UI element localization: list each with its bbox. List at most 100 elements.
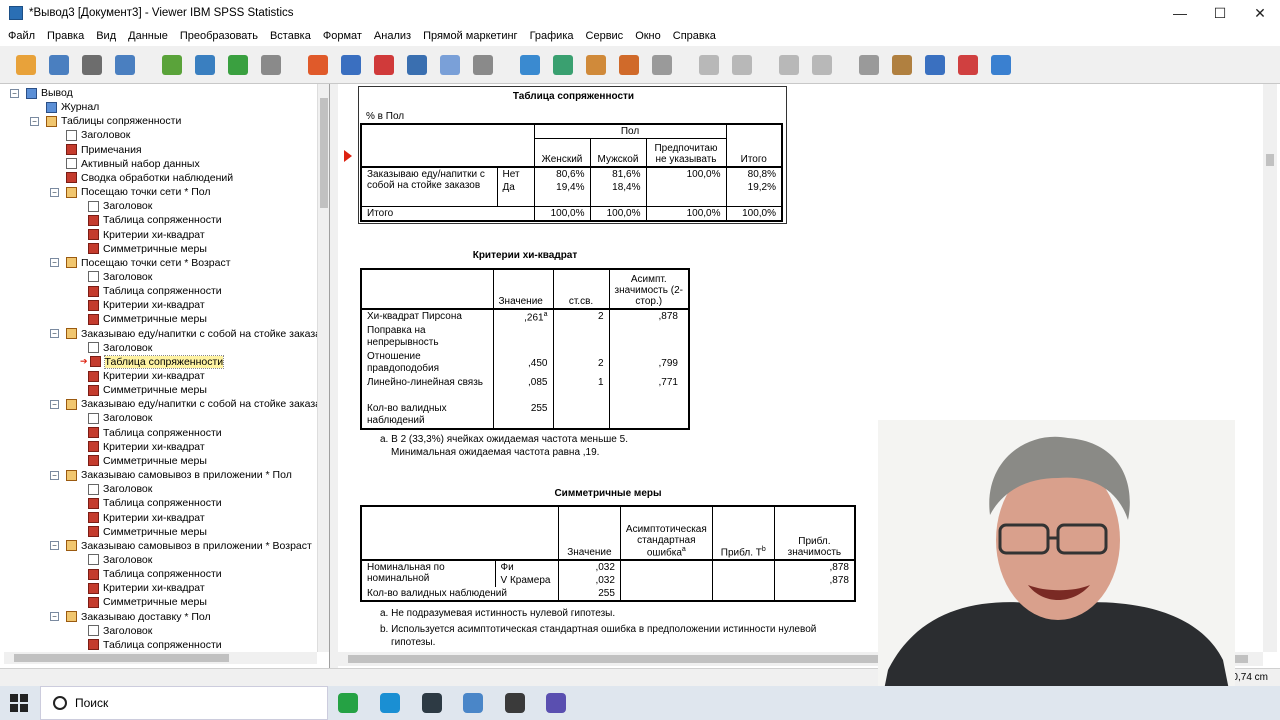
variables-icon[interactable] xyxy=(403,51,431,79)
tree-item[interactable]: Заголовок xyxy=(88,553,152,567)
insert-title-icon[interactable] xyxy=(954,51,982,79)
value-labels-icon[interactable] xyxy=(549,51,577,79)
scroll-thumb[interactable] xyxy=(320,98,328,208)
tree-item[interactable]: Таблица сопряженности xyxy=(88,567,222,581)
scroll-thumb[interactable] xyxy=(14,654,229,662)
tree-item[interactable]: Таблица сопряженности xyxy=(88,638,222,652)
recall-dialog-icon[interactable] xyxy=(191,51,219,79)
collapse-toggle-icon[interactable]: − xyxy=(50,541,59,551)
tree-item[interactable]: ➔ Таблица сопряженности xyxy=(80,354,225,369)
symm-table[interactable]: Значение Асимптотическая стандартная оши… xyxy=(359,505,856,602)
menu-item[interactable]: Файл xyxy=(2,30,41,42)
split-file-icon[interactable] xyxy=(469,51,497,79)
select-cases-icon[interactable] xyxy=(516,51,544,79)
goto-variable-icon[interactable] xyxy=(370,51,398,79)
export-icon[interactable] xyxy=(158,51,186,79)
collapse-toggle-icon[interactable]: − xyxy=(30,116,39,126)
minimize-button[interactable]: — xyxy=(1160,0,1200,26)
tree-item[interactable]: Симметричные меры xyxy=(88,454,207,468)
tree-item[interactable]: Заголовок xyxy=(88,341,152,355)
collapse-toggle-icon[interactable]: − xyxy=(50,258,59,268)
tree-item[interactable]: Заголовок xyxy=(66,128,130,142)
tree-item[interactable]: Заголовок xyxy=(88,199,152,213)
back-icon[interactable] xyxy=(695,51,723,79)
collapse-toggle-icon[interactable]: − xyxy=(50,187,59,197)
designate-window-icon[interactable] xyxy=(648,51,676,79)
tree-item[interactable]: Журнал xyxy=(46,100,99,114)
crosstab-table[interactable]: Пол Женский Мужской Предпочитаю не указы… xyxy=(360,123,783,222)
tree-item[interactable]: − Посещаю точки сети * Пол xyxy=(50,185,211,199)
tree-item[interactable]: − Заказываю еду/напитки с собой на стойке… xyxy=(50,397,321,411)
tree-item[interactable]: Критерии хи-квадрат xyxy=(88,228,205,242)
tree-item[interactable]: − Заказываю еду/напитки с собой на стойке… xyxy=(50,327,321,341)
maximize-button[interactable]: ☐ xyxy=(1200,0,1240,26)
goto-case-icon[interactable] xyxy=(337,51,365,79)
use-sets-icon[interactable] xyxy=(582,51,610,79)
content-vertical-scrollbar[interactable] xyxy=(1263,84,1277,652)
tree-item[interactable]: Заголовок xyxy=(88,624,152,638)
tree-item[interactable]: Таблица сопряженности xyxy=(88,213,222,227)
menu-item[interactable]: Вид xyxy=(90,30,122,42)
tree-item[interactable]: − Заказываю самовывоз в приложении * Возр… xyxy=(50,539,312,553)
print-icon[interactable] xyxy=(78,51,106,79)
show-all-icon[interactable] xyxy=(615,51,643,79)
chrome-icon[interactable] xyxy=(463,693,483,713)
hide-icon[interactable] xyxy=(888,51,916,79)
taskbar-search[interactable]: Поиск xyxy=(40,686,328,720)
menu-item[interactable]: Вставка xyxy=(264,30,317,42)
tree-item[interactable]: − Заказываю доставку * Пол xyxy=(50,610,211,624)
menu-item[interactable]: Данные xyxy=(122,30,174,42)
open-icon[interactable] xyxy=(12,51,40,79)
menu-item[interactable]: Преобразовать xyxy=(174,30,264,42)
tree-item[interactable]: Критерии хи-квадрат xyxy=(88,581,205,595)
tree-horizontal-scrollbar[interactable] xyxy=(4,652,317,664)
close-button[interactable]: ✕ xyxy=(1240,0,1280,26)
menu-item[interactable]: Формат xyxy=(317,30,368,42)
tree-item[interactable]: Активный набор данных xyxy=(66,157,200,171)
tree-item[interactable]: Критерии хи-квадрат xyxy=(88,298,205,312)
collapse-toggle-icon[interactable]: − xyxy=(50,399,59,409)
undo-icon[interactable] xyxy=(224,51,252,79)
tree-item[interactable]: Таблица сопряженности xyxy=(88,284,222,298)
pane-splitter[interactable] xyxy=(330,84,338,668)
whatsapp-icon[interactable] xyxy=(338,693,358,713)
app-icon[interactable] xyxy=(422,693,442,713)
collapse-toggle-icon[interactable]: − xyxy=(10,88,19,98)
clock-app-icon[interactable] xyxy=(505,693,525,713)
edge-icon[interactable] xyxy=(380,693,400,713)
tree-item[interactable]: Сводка обработки наблюдений xyxy=(66,171,233,185)
windows-start-icon[interactable] xyxy=(10,694,28,712)
tree-item[interactable]: − Посещаю точки сети * Возраст xyxy=(50,256,231,270)
insert-heading-icon[interactable] xyxy=(921,51,949,79)
scroll-thumb[interactable] xyxy=(1266,154,1274,166)
goto-data-icon[interactable] xyxy=(304,51,332,79)
menu-item[interactable]: Окно xyxy=(629,30,667,42)
menu-item[interactable]: Сервис xyxy=(580,30,630,42)
insert-text-icon[interactable] xyxy=(987,51,1015,79)
forward-icon[interactable] xyxy=(728,51,756,79)
show-icon[interactable] xyxy=(855,51,883,79)
save-icon[interactable] xyxy=(45,51,73,79)
collapse-toggle-icon[interactable]: − xyxy=(50,612,59,622)
chisq-table[interactable]: Значение ст.св. Асимпт. значимость (2-ст… xyxy=(360,268,690,431)
collapse-toggle-icon[interactable]: − xyxy=(50,470,59,480)
tree-item[interactable]: Таблица сопряженности xyxy=(88,496,222,510)
tree-item[interactable]: Критерии хи-квадрат xyxy=(88,369,205,383)
tree-item[interactable]: Заголовок xyxy=(88,482,152,496)
tree-item[interactable]: Симметричные меры xyxy=(88,312,207,326)
spss-taskbar-icon[interactable] xyxy=(546,693,566,713)
menu-item[interactable]: Анализ xyxy=(368,30,417,42)
menu-item[interactable]: Графика xyxy=(524,30,580,42)
collapse-toggle-icon[interactable]: − xyxy=(50,329,59,339)
expand-icon[interactable] xyxy=(775,51,803,79)
tree-item[interactable]: Критерии хи-квадрат xyxy=(88,440,205,454)
tree-item[interactable]: Симметричные меры xyxy=(88,525,207,539)
tree-item[interactable]: − Таблицы сопряженности xyxy=(30,114,181,128)
tree-item[interactable]: Симметричные меры xyxy=(88,383,207,397)
print-preview-icon[interactable] xyxy=(111,51,139,79)
tree-item[interactable]: Симметричные меры xyxy=(88,242,207,256)
menu-item[interactable]: Справка xyxy=(667,30,722,42)
tree-item[interactable]: Таблица сопряженности xyxy=(88,426,222,440)
menu-item[interactable]: Прямой маркетинг xyxy=(417,30,524,42)
tree-item[interactable]: Симметричные меры xyxy=(88,595,207,609)
